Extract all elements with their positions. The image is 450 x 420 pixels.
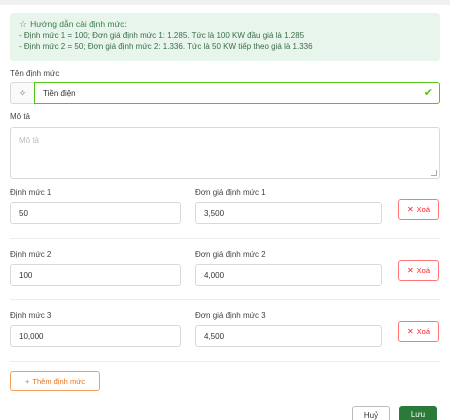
description-label: Mô tả — [10, 112, 31, 121]
save-button[interactable]: Lưu — [399, 406, 437, 420]
tier-level-value: 100 — [19, 270, 33, 280]
description-placeholder: Mô tả — [19, 136, 40, 145]
name-field-group: ✧ Tiền điện ✔ — [10, 82, 440, 104]
name-value: Tiền điện — [43, 88, 76, 98]
tier-price-label: Đơn giá định mức 1 — [195, 188, 266, 197]
tier-level-input[interactable]: 10,000 — [10, 325, 181, 347]
close-icon: ✕ — [406, 327, 414, 336]
tier-level-label: Định mức 1 — [10, 188, 52, 197]
top-bar — [0, 0, 450, 5]
delete-label: Xoá — [416, 266, 431, 275]
save-label: Lưu — [410, 410, 426, 419]
resize-handle[interactable] — [431, 170, 437, 176]
delete-label: Xoá — [416, 327, 431, 336]
plus-icon: + — [25, 376, 30, 386]
delete-label: Xoá — [416, 205, 431, 214]
divider — [10, 238, 440, 239]
name-input[interactable]: Tiền điện ✔ — [34, 82, 440, 104]
cancel-button[interactable]: Huỷ — [352, 406, 390, 420]
add-tier-button[interactable]: + Thêm định mức — [10, 371, 100, 391]
delete-tier-button[interactable]: ✕ Xoá — [398, 260, 439, 281]
tier-price-value: 4,000 — [204, 270, 225, 280]
tier-level-value: 50 — [19, 208, 28, 218]
delete-tier-button[interactable]: ✕ Xoá — [398, 321, 439, 342]
guide-line: - Định mức 1 = 100; Đơn giá định mức 1: … — [19, 31, 305, 40]
tier-level-input[interactable]: 100 — [10, 264, 181, 286]
tier-price-input[interactable]: 3,500 — [195, 202, 382, 224]
tier-price-input[interactable]: 4,500 — [195, 325, 382, 347]
tier-price-input[interactable]: 4,000 — [195, 264, 382, 286]
close-icon: ✕ — [406, 205, 414, 214]
tier-price-label: Đơn giá định mức 3 — [195, 311, 266, 320]
add-tier-label: Thêm định mức — [32, 376, 85, 386]
tier-level-input[interactable]: 50 — [10, 202, 181, 224]
check-icon: ✔ — [423, 87, 433, 99]
tier-level-label: Định mức 3 — [10, 311, 52, 320]
tier-level-label: Định mức 2 — [10, 250, 52, 259]
name-label: Tên định mức — [10, 69, 60, 78]
description-textarea[interactable]: Mô tả — [10, 127, 440, 179]
guide-title: Hướng dẫn cài định mức: — [30, 19, 127, 29]
tier-price-value: 4,500 — [204, 331, 225, 341]
tier-level-value: 10,000 — [19, 331, 44, 341]
star-icon: ☆ — [19, 19, 28, 29]
guide-line: - Định mức 2 = 50; Đơn giá định mức 2: 1… — [19, 42, 313, 51]
guide-alert: ☆ Hướng dẫn cài định mức: - Định mức 1 =… — [10, 13, 440, 61]
delete-tier-button[interactable]: ✕ Xoá — [398, 199, 439, 220]
sparkle-icon: ✧ — [10, 82, 34, 104]
divider — [10, 299, 440, 300]
close-icon: ✕ — [406, 266, 414, 275]
divider — [10, 361, 440, 362]
cancel-label: Huỷ — [363, 411, 379, 420]
tier-price-label: Đơn giá định mức 2 — [195, 250, 266, 259]
tier-price-value: 3,500 — [204, 208, 225, 218]
